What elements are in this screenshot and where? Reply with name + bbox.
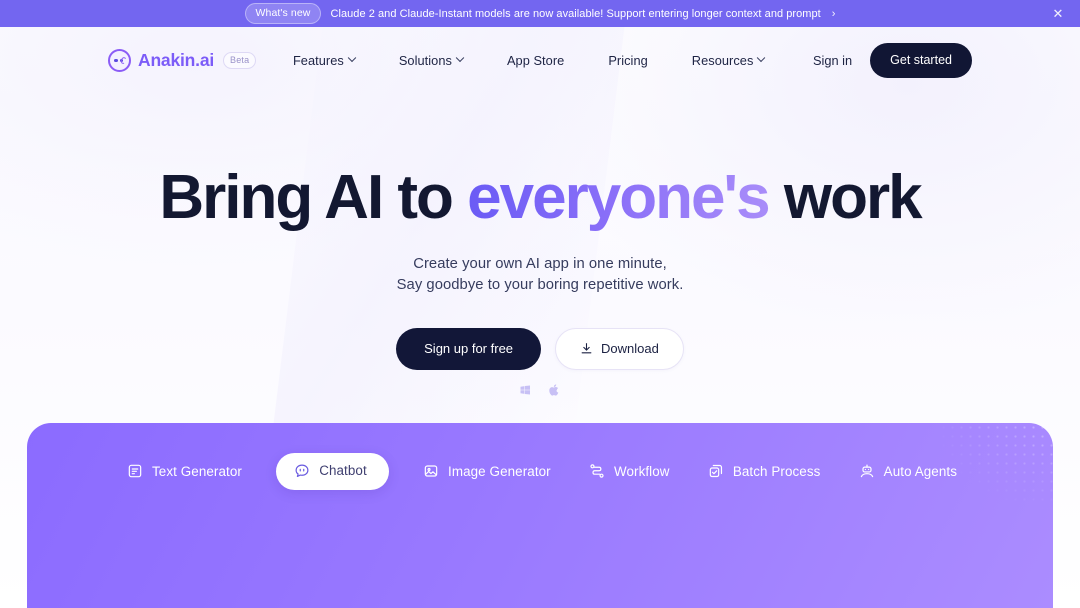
tab-label: Chatbot <box>319 463 367 478</box>
nav-links: Features Solutions App Store Pricing Res… <box>293 53 776 68</box>
hero-section: Anakin.ai Beta Features Solutions App St… <box>0 27 1080 608</box>
nav-item-label: Solutions <box>398 52 452 68</box>
tab-text-generator[interactable]: Text Generator <box>123 454 246 488</box>
workflow-nodes-icon <box>590 464 604 478</box>
download-button[interactable]: Download <box>555 327 684 370</box>
image-icon <box>424 465 438 477</box>
tab-chatbot[interactable]: Chatbot <box>276 452 389 490</box>
nav-item-label: App Store <box>506 52 565 68</box>
brand-name-text: Anakin <box>138 49 196 70</box>
anakin-logo-icon <box>108 48 131 72</box>
tab-image-generator[interactable]: Image Generator <box>419 454 555 488</box>
whats-new-badge: What's new <box>244 2 322 25</box>
showcase-panel: Text Generator Chatbot Image Generator W… <box>27 423 1053 608</box>
chat-bubble-icon <box>295 464 309 477</box>
nav-item-app-store[interactable]: App Store <box>507 53 564 68</box>
headline-part-2: work <box>768 163 923 232</box>
hero-headline: Bring AI to everyone's work <box>0 165 1080 230</box>
hero-subtitle-line-1: Create your own AI app in one minute, <box>413 256 667 273</box>
announcement-message: Claude 2 and Claude-Instant models are n… <box>330 7 821 20</box>
windows-icon[interactable] <box>519 384 531 396</box>
document-text-icon <box>128 464 142 478</box>
beta-badge: Beta <box>223 51 257 69</box>
agent-user-icon <box>860 464 873 478</box>
tab-label: Batch Process <box>732 463 821 479</box>
close-icon[interactable]: ✕ <box>1050 6 1066 22</box>
headline-part-1: Bring AI to <box>159 163 468 232</box>
chevron-down-icon <box>757 53 766 63</box>
hero-subtitle: Create your own AI app in one minute, Sa… <box>0 254 1080 295</box>
brand-name: Anakin.ai <box>138 50 214 71</box>
nav-item-label: Features <box>292 52 344 68</box>
showcase-tabs: Text Generator Chatbot Image Generator W… <box>27 423 1053 519</box>
tab-label: Text Generator <box>152 463 242 479</box>
chevron-right-icon[interactable]: › <box>832 8 836 20</box>
tab-label: Workflow <box>613 463 670 479</box>
tab-label: Image Generator <box>448 463 551 479</box>
chevron-down-icon <box>347 53 357 63</box>
headline-highlight: everyone's <box>467 163 771 232</box>
nav-item-resources[interactable]: Resources <box>691 52 766 68</box>
announcement-banner[interactable]: What's new Claude 2 and Claude-Instant m… <box>0 0 1080 27</box>
tab-label: Auto Agents <box>883 463 957 479</box>
nav-actions: Sign in Get started <box>813 42 972 78</box>
sign-in-link[interactable]: Sign in <box>813 53 852 68</box>
batch-stack-icon <box>709 464 722 478</box>
download-icon <box>581 342 592 354</box>
get-started-button[interactable]: Get started <box>870 42 972 78</box>
brand-name-suffix: .ai <box>195 49 215 70</box>
hero-cta-group: Sign up for free Download <box>0 327 1080 370</box>
sign-up-free-button[interactable]: Sign up for free <box>396 327 542 370</box>
brand-logo[interactable]: Anakin.ai Beta <box>108 48 257 72</box>
apple-icon[interactable] <box>548 383 561 397</box>
hero-subtitle-line-2: Say goodbye to your boring repetitive wo… <box>396 276 684 293</box>
nav-item-pricing[interactable]: Pricing <box>608 53 647 68</box>
tab-workflow[interactable]: Workflow <box>585 454 674 488</box>
platform-icons <box>0 383 1080 397</box>
nav-item-label: Resources <box>691 52 754 68</box>
tab-auto-agents[interactable]: Auto Agents <box>855 454 961 488</box>
tab-batch-process[interactable]: Batch Process <box>704 454 825 488</box>
download-button-label: Download <box>601 340 659 356</box>
nav-item-label: Pricing <box>608 52 648 68</box>
nav-item-solutions[interactable]: Solutions <box>398 52 465 68</box>
chevron-down-icon <box>455 53 465 63</box>
main-navbar: Anakin.ai Beta Features Solutions App St… <box>0 27 1080 93</box>
nav-item-features[interactable]: Features <box>292 52 357 68</box>
